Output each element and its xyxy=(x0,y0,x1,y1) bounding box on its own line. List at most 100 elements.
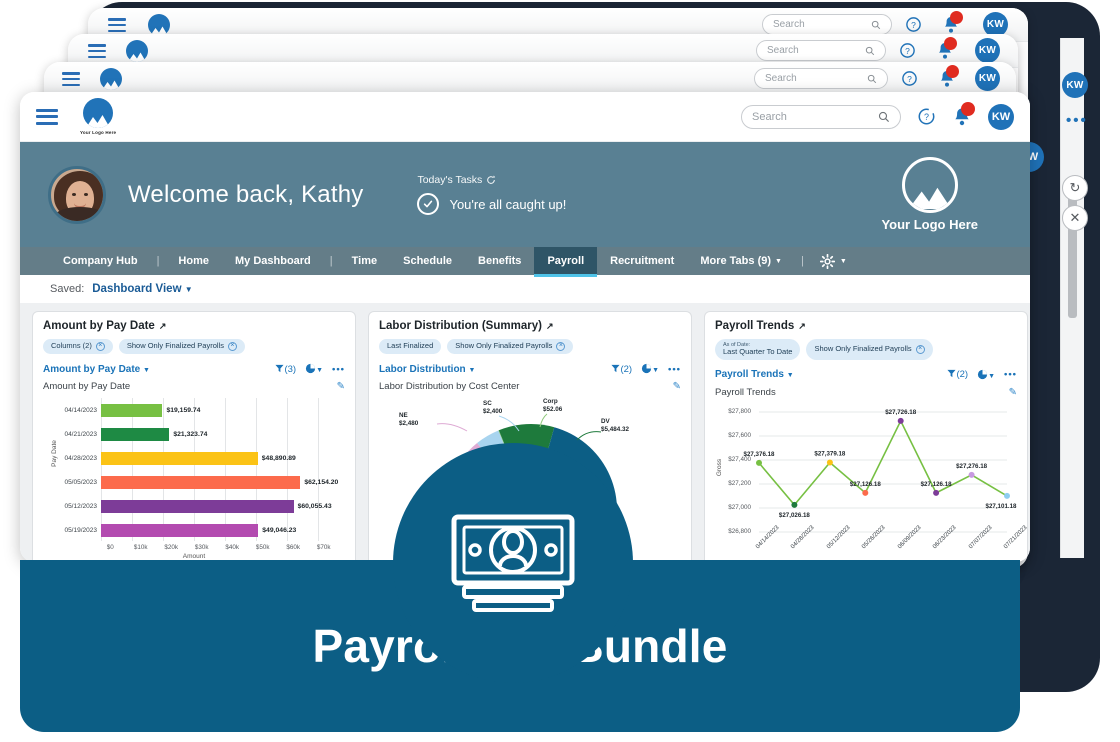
filter-button[interactable]: (2) xyxy=(947,369,968,380)
todays-tasks-widget: Today's Tasks You're all caught up! xyxy=(417,174,566,215)
saved-view-selector[interactable]: Dashboard View ▼ xyxy=(92,283,192,295)
saved-view-bar: Saved: Dashboard View ▼ xyxy=(20,275,1030,303)
y-tick-label: $27,000 xyxy=(728,503,751,511)
ellipsis-icon[interactable]: ••• xyxy=(1066,112,1088,129)
hamburger-menu-icon[interactable] xyxy=(88,44,106,59)
avatar[interactable]: KW xyxy=(988,103,1014,130)
hamburger-menu-icon[interactable] xyxy=(36,108,58,125)
avatar[interactable]: KW xyxy=(1062,72,1088,98)
search-input[interactable]: Search xyxy=(741,104,901,129)
avatar[interactable]: KW xyxy=(975,38,1000,63)
tab-payroll[interactable]: Payroll xyxy=(534,247,598,277)
tab-my-dashboard[interactable]: My Dashboard xyxy=(222,247,324,275)
refresh-icon[interactable]: ↻ xyxy=(1062,175,1088,201)
tab-recruitment[interactable]: Recruitment xyxy=(597,247,687,275)
card-view-selector[interactable]: Amount by Pay Date ▼ xyxy=(43,364,150,375)
chip-show-only-finalized[interactable]: Show Only Finalized Payrolls × xyxy=(447,339,574,354)
bell-icon[interactable] xyxy=(938,65,959,93)
data-point[interactable] xyxy=(826,459,833,466)
filter-button[interactable]: (3) xyxy=(275,364,296,375)
chip-label: Show Only Finalized Payrolls xyxy=(814,344,912,354)
avatar[interactable]: KW xyxy=(975,66,1000,91)
bar[interactable] xyxy=(101,427,170,441)
hamburger-menu-icon[interactable] xyxy=(62,72,80,87)
pie-label-value: $5,484.32 xyxy=(601,425,630,433)
hamburger-menu-icon[interactable] xyxy=(108,18,126,33)
refresh-icon[interactable] xyxy=(486,175,496,185)
data-point[interactable] xyxy=(897,417,904,424)
filter-count: (3) xyxy=(284,363,297,375)
tab-company-hub[interactable]: Company Hub xyxy=(50,247,151,275)
y-tick-label: $27,400 xyxy=(728,455,751,463)
chart-type-button[interactable]: ▼ xyxy=(977,369,995,381)
chip-as-of-date[interactable]: As of Date: Last Quarter To Date xyxy=(715,339,801,360)
bar-track: $21,323.74 xyxy=(101,422,345,446)
svg-text:?: ? xyxy=(905,46,910,56)
user-photo-avatar[interactable] xyxy=(48,165,106,224)
ellipsis-icon[interactable]: ••• xyxy=(1004,369,1017,380)
bell-icon[interactable] xyxy=(952,102,975,127)
card-payroll-trends: Payroll Trends ↗ As of Date: Last Quarte… xyxy=(704,311,1028,562)
external-link-icon[interactable]: ↗ xyxy=(159,321,167,332)
bar[interactable] xyxy=(101,403,163,417)
chip-show-only-finalized[interactable]: Show Only Finalized Payrolls × xyxy=(118,339,245,354)
close-icon[interactable]: × xyxy=(915,344,925,354)
data-point[interactable] xyxy=(933,489,940,496)
search-input[interactable]: Search xyxy=(762,14,892,35)
filter-button[interactable]: (2) xyxy=(611,364,632,375)
chip-last-finalized[interactable]: Last Finalized xyxy=(379,339,442,354)
card-title-text: Amount by Pay Date xyxy=(43,320,155,332)
tab-home[interactable]: Home xyxy=(165,247,222,275)
search-input[interactable]: Search xyxy=(756,40,886,61)
chip-show-only-finalized[interactable]: Show Only Finalized Payrolls × xyxy=(806,339,933,360)
data-point[interactable] xyxy=(862,489,869,496)
external-link-icon[interactable]: ↗ xyxy=(798,321,806,332)
tab-time[interactable]: Time xyxy=(339,247,390,275)
nav-separator: | xyxy=(156,255,160,267)
close-icon[interactable]: × xyxy=(227,342,237,351)
chart-type-button[interactable]: ▼ xyxy=(305,363,323,375)
data-point[interactable] xyxy=(968,471,975,478)
pencil-icon[interactable]: ✎ xyxy=(673,381,681,392)
tab-schedule[interactable]: Schedule xyxy=(390,247,465,275)
close-icon[interactable]: × xyxy=(556,342,566,351)
pencil-icon[interactable]: ✎ xyxy=(337,381,345,392)
data-point[interactable] xyxy=(756,459,762,466)
chart-subtitle-row: Labor Distribution by Cost Center ✎ xyxy=(379,381,681,392)
search-input[interactable]: Search xyxy=(754,68,888,89)
ellipsis-icon[interactable]: ••• xyxy=(668,364,681,375)
bar[interactable] xyxy=(101,475,301,489)
chart-subtitle: Amount by Pay Date xyxy=(43,381,131,392)
data-point[interactable] xyxy=(791,501,798,508)
external-link-icon[interactable]: ↗ xyxy=(546,321,554,332)
help-circle-icon[interactable]: ? xyxy=(917,107,936,126)
line-chart: Gross $27,376.18 $27,026.18 $27,379.18 $27,… xyxy=(715,404,1027,562)
close-icon[interactable]: × xyxy=(95,342,105,351)
data-point[interactable] xyxy=(1004,492,1010,499)
help-circle-icon[interactable]: ? xyxy=(901,70,918,92)
banner-logo-caption: Your Logo Here xyxy=(881,217,978,232)
notification-badge xyxy=(944,37,957,50)
topbar-actions: Search ? KW xyxy=(741,102,1014,130)
ellipsis-icon[interactable]: ••• xyxy=(332,364,345,375)
card-view-selector[interactable]: Payroll Trends ▼ xyxy=(715,369,794,380)
close-circle-icon[interactable]: ✕ xyxy=(1062,205,1088,231)
bar[interactable] xyxy=(101,499,294,513)
chip-columns[interactable]: Columns (2) × xyxy=(43,339,113,354)
tab-benefits[interactable]: Benefits xyxy=(465,247,534,275)
chart-type-button[interactable]: ▼ xyxy=(641,363,659,375)
search-placeholder: Search xyxy=(767,45,799,56)
bar[interactable] xyxy=(101,451,258,465)
settings-button[interactable]: ▼ xyxy=(810,247,857,275)
nav-separator: | xyxy=(800,255,804,267)
svg-text:?: ? xyxy=(907,74,912,84)
bar[interactable] xyxy=(101,523,259,537)
card-view-selector[interactable]: Labor Distribution ▼ xyxy=(379,364,475,375)
bar-chart: Pay Date 04/14/2023 $19,159.74 04/21/2023 $… xyxy=(43,398,345,562)
pencil-icon[interactable]: ✎ xyxy=(1009,387,1017,398)
tasks-status-text: You're all caught up! xyxy=(449,196,567,212)
brand-logo[interactable]: Your Logo Here xyxy=(80,98,116,135)
help-circle-icon[interactable]: ? xyxy=(899,42,916,64)
bar-track: $19,159.74 xyxy=(101,398,345,422)
tab-more-tabs[interactable]: More Tabs (9) ▼ xyxy=(687,247,795,275)
